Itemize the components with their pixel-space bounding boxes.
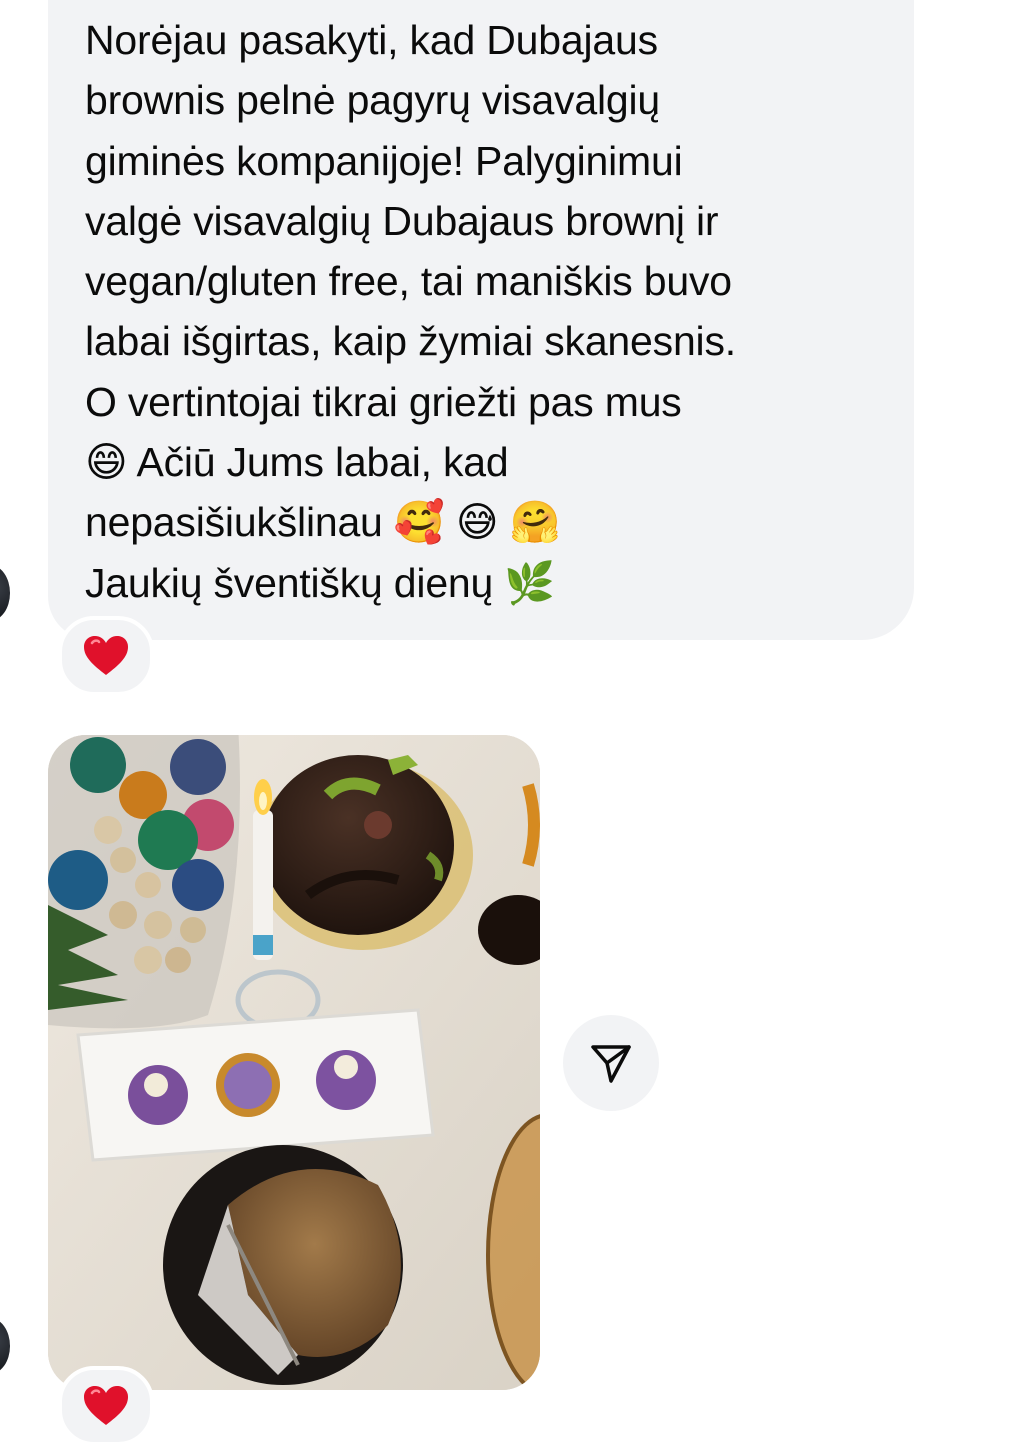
sender-avatar[interactable] xyxy=(0,1318,10,1374)
message-line: Norėjau pasakyti, kad Dubajaus xyxy=(85,17,658,63)
message-text: Norėjau pasakyti, kad Dubajaus brownis p… xyxy=(85,10,874,613)
message-line-text: Ačiū Jums labai, kad xyxy=(136,439,509,486)
smiling-hearts-emoji: 🥰 xyxy=(393,498,445,547)
message-line-text: nepasišiukšlinau xyxy=(85,499,383,546)
sender-avatar[interactable] xyxy=(0,565,10,621)
message-line-with-emoji: nepasišiukšlinau 🥰 😅 🤗 xyxy=(85,492,874,552)
message-line: giminės kompanijoje! Palyginimui xyxy=(85,137,683,184)
message-line-text: Jaukių šventiškų dienų xyxy=(85,559,494,606)
heart-icon xyxy=(84,1386,128,1425)
message-line-with-emoji: 😄 Ačiū Jums labai, kad xyxy=(85,432,874,492)
heart-reaction[interactable] xyxy=(58,616,154,696)
message-line-with-emoji: Jaukių šventiškų dienų 🌿 xyxy=(85,553,874,613)
dessert-table-image xyxy=(48,735,540,1390)
message-line: brownis pelnė pagyrų visavalgių xyxy=(85,77,660,124)
message-line: O vertintojai tikrai griežti pas mus xyxy=(85,378,682,425)
photo-attachment[interactable] xyxy=(48,735,540,1390)
message-line: valgė visavalgių Dubajaus brownį ir xyxy=(85,197,719,244)
message-bubble[interactable]: Norėjau pasakyti, kad Dubajaus brownis p… xyxy=(48,0,914,640)
hug-emoji: 🤗 xyxy=(509,498,561,547)
herb-emoji: 🌿 xyxy=(504,558,556,607)
share-button[interactable] xyxy=(563,1015,659,1111)
grin-emoji: 😄 xyxy=(85,438,128,487)
message-line: vegan/gluten free, tai maniškis buvo xyxy=(85,258,732,305)
heart-reaction[interactable] xyxy=(58,1366,154,1446)
message-line: labai išgirtas, kaip žymiai skanesnis. xyxy=(85,318,736,365)
paper-plane-icon xyxy=(591,1045,631,1083)
chat-thread: Norėjau pasakyti, kad Dubajaus brownis p… xyxy=(0,0,1018,1450)
sweat-smile-emoji: 😅 xyxy=(455,498,499,547)
heart-icon xyxy=(84,636,128,675)
